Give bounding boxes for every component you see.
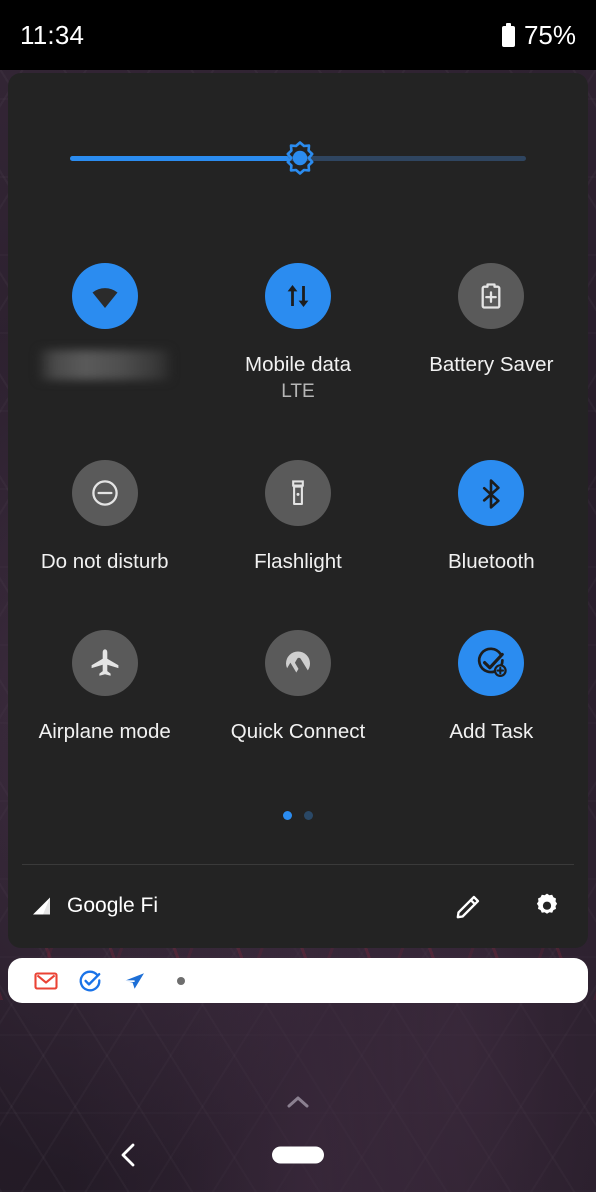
status-bar-right: 75% [501,19,576,51]
more-notifications-dot[interactable] [177,976,185,985]
carrier-info: Google Fi [30,894,454,918]
vpn-mountain-icon [285,651,310,673]
footer-actions [454,891,562,921]
navigation-bar [0,1096,596,1192]
page-dot-2[interactable] [304,811,313,820]
bluetooth-tile-icon-bg[interactable] [458,459,525,526]
chevron-up-icon[interactable] [285,1094,311,1110]
brightness-sun-icon[interactable] [283,141,317,175]
status-bar: 11:34 75% [0,0,596,70]
quick-settings-tiles: Mobile data LTE Battery Saver Do not dis… [8,263,588,744]
flashlight-tile-icon-bg[interactable] [264,459,331,526]
quick-settings-panel: Mobile data LTE Battery Saver Do not dis… [8,73,588,948]
tile-add-task[interactable]: Add Task [395,630,588,744]
wifi-tile-icon-bg[interactable] [71,263,138,329]
battery-percent-label: 75% [523,19,576,50]
tile-quick-connect[interactable]: Quick Connect [201,630,394,744]
tile-do-not-disturb[interactable]: Do not disturb [8,459,201,574]
quick-settings-footer: Google Fi [8,864,588,948]
signal-bars-icon [33,897,50,915]
airplane-tile-icon-bg[interactable] [71,630,138,697]
battery-saver-tile-icon-bg[interactable] [458,263,525,329]
carrier-name: Google Fi [67,894,159,917]
gear-settings-icon[interactable] [532,891,562,921]
page-dot-1[interactable] [283,811,292,820]
do-not-disturb-icon [91,479,118,506]
tile-label-bluetooth: Bluetooth [448,549,535,573]
tile-label-do-not-disturb: Do not disturb [40,549,169,573]
battery-icon [501,23,515,47]
tasks-check-icon[interactable] [78,969,102,993]
mobile-data-icon [287,285,309,307]
phone-screen: 11:34 75% Mobile data LTE Battery Saver … [0,0,596,1192]
tile-sublabel-mobile-data: LTE [281,380,315,402]
gmail-icon[interactable] [34,969,58,993]
telegram-send-icon[interactable] [122,969,146,993]
tile-label-wifi [39,350,171,380]
notification-shelf[interactable] [8,958,588,1003]
tile-battery-saver[interactable]: Battery Saver [395,263,588,403]
tile-label-add-task: Add Task [449,720,534,744]
tile-wifi[interactable] [8,263,201,403]
tile-label-mobile-data: Mobile data [245,353,351,376]
quick-connect-tile-icon-bg[interactable] [264,630,331,697]
tile-mobile-data[interactable]: Mobile data LTE [201,263,394,403]
mobile-data-tile-icon-bg[interactable] [264,263,331,329]
tile-label-quick-connect: Quick Connect [230,720,366,744]
tile-label-battery-saver: Battery Saver [429,353,554,376]
bluetooth-icon [483,478,501,509]
airplane-icon [91,649,119,676]
page-indicator [8,811,588,820]
tile-label-flashlight: Flashlight [254,549,342,573]
home-pill-indicator[interactable] [272,1146,324,1163]
tile-bluetooth[interactable]: Bluetooth [395,459,588,574]
add-task-check-icon [478,647,508,678]
wifi-icon [92,288,118,308]
tile-airplane-mode[interactable]: Airplane mode [8,630,201,744]
do-not-disturb-tile-icon-bg[interactable] [71,459,138,526]
status-clock: 11:34 [20,19,85,50]
add-task-tile-icon-bg[interactable] [458,630,525,697]
battery-plus-icon [481,283,501,309]
tile-flashlight[interactable]: Flashlight [201,459,394,574]
brightness-fill [70,156,289,161]
flashlight-icon [292,479,304,505]
brightness-slider[interactable] [8,128,588,188]
pencil-edit-icon[interactable] [454,891,484,921]
tile-label-airplane-mode: Airplane mode [38,720,171,744]
back-chevron-icon[interactable] [112,1138,146,1172]
